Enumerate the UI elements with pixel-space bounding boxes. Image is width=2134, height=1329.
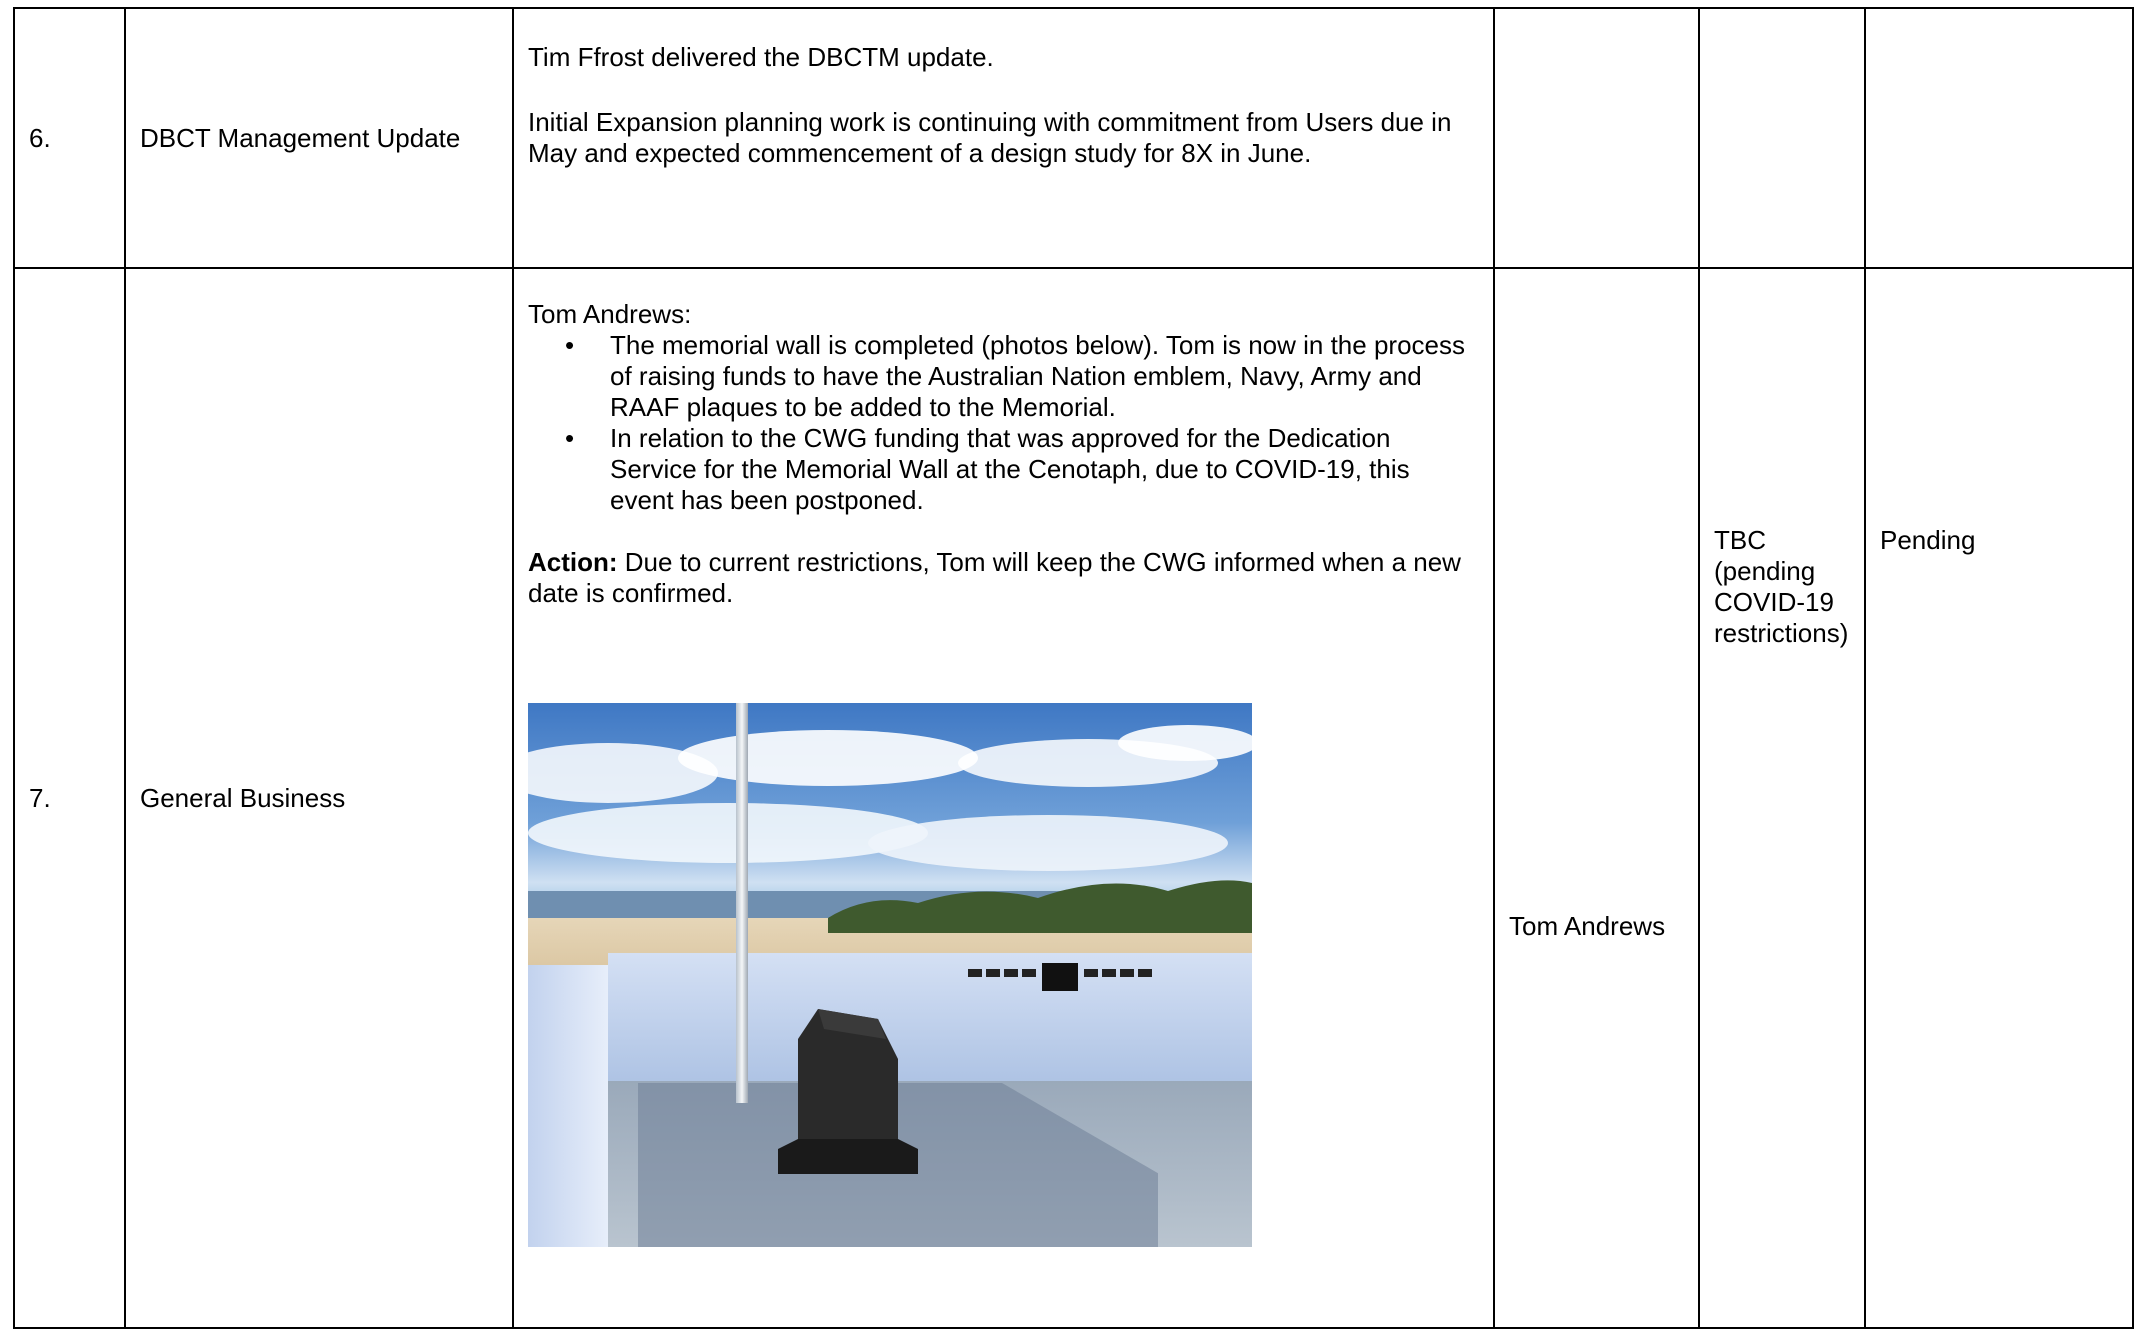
memorial-stone	[778, 1009, 918, 1174]
item-number: 7.	[13, 267, 126, 1329]
item-topic: DBCT Management Update	[124, 7, 514, 269]
bullet-item: The memorial wall is completed (photos b…	[565, 330, 1479, 423]
bullet-item: In relation to the CWG funding that was …	[565, 423, 1479, 516]
table-row: 7. General Business Tom Andrews: The mem…	[13, 267, 2134, 1329]
table-row: 6. DBCT Management Update Tim Ffrost del…	[13, 7, 2134, 269]
memorial-wall-photo	[528, 703, 1252, 1247]
item-number: 6.	[13, 7, 126, 269]
discussion-paragraph: Initial Expansion planning work is conti…	[528, 107, 1452, 168]
action-text: Due to current restrictions, Tom will ke…	[528, 547, 1461, 608]
item-responsible: Tom Andrews	[1493, 267, 1700, 1329]
item-due	[1698, 7, 1866, 269]
action-paragraph: Action: Due to current restrictions, Tom…	[528, 547, 1479, 609]
item-responsible	[1493, 7, 1700, 269]
item-status: Pending	[1864, 267, 2134, 1329]
bullet-list: The memorial wall is completed (photos b…	[528, 330, 1479, 516]
minutes-table: 6. DBCT Management Update Tim Ffrost del…	[13, 7, 2134, 1329]
discussion-intro: Tom Andrews:	[528, 299, 692, 329]
wall-side	[528, 965, 608, 1247]
item-topic: General Business	[124, 267, 514, 1329]
discussion-paragraph: Tim Ffrost delivered the DBCTM update.	[528, 42, 994, 72]
trees	[828, 880, 1252, 933]
action-label: Action:	[528, 547, 618, 577]
item-status	[1864, 7, 2134, 269]
flag-pole	[736, 703, 748, 1103]
item-due: TBC (pending COVID-19 restrictions)	[1698, 267, 1866, 1329]
item-discussion: Tim Ffrost delivered the DBCTM update. I…	[512, 7, 1495, 269]
item-discussion: Tom Andrews: The memorial wall is comple…	[512, 267, 1495, 1329]
plaques	[968, 963, 1152, 991]
